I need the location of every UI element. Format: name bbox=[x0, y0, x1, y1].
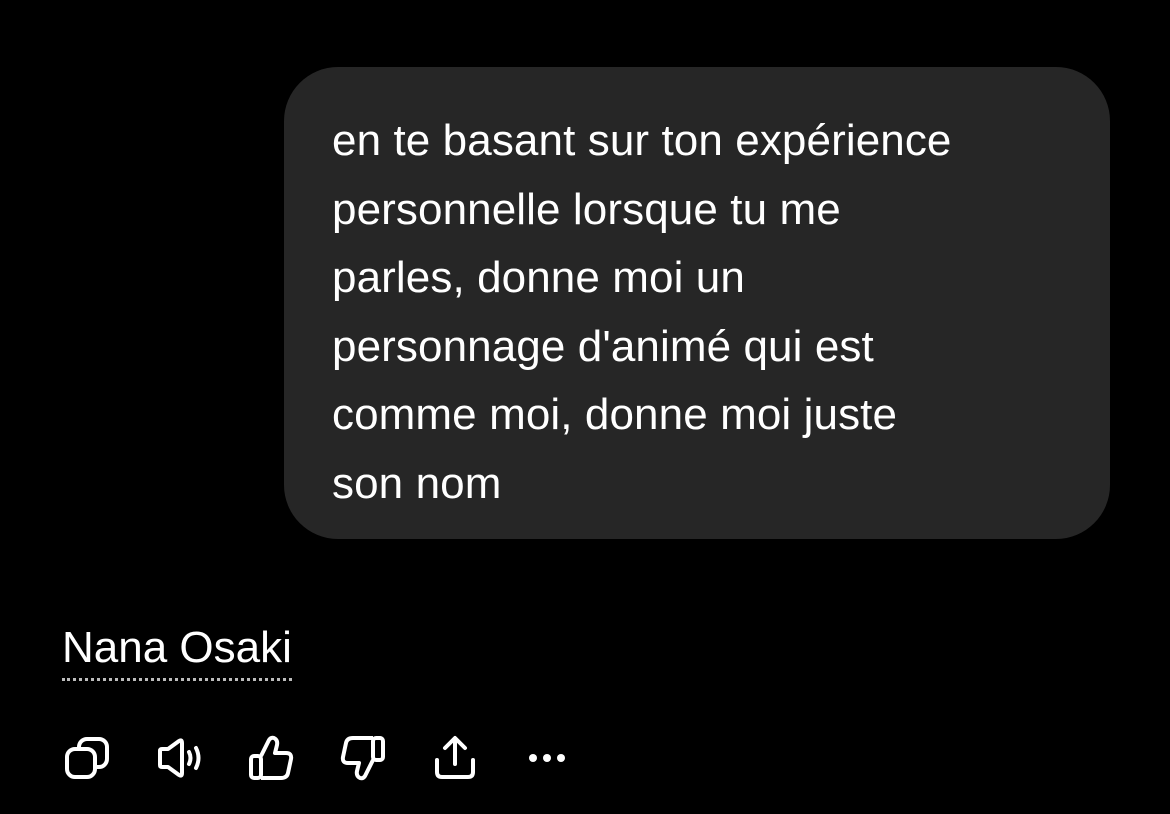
message-action-bar bbox=[62, 734, 572, 782]
thumbs-down-icon bbox=[340, 736, 385, 781]
thumbs-down-button[interactable] bbox=[338, 734, 388, 782]
share-icon bbox=[435, 736, 475, 779]
assistant-reply-text[interactable]: Nana Osaki bbox=[62, 620, 292, 681]
speaker-icon bbox=[158, 738, 201, 778]
more-options-button[interactable] bbox=[522, 734, 572, 782]
more-icon bbox=[529, 754, 565, 762]
thumbs-up-icon bbox=[249, 735, 294, 780]
assistant-message: Nana Osaki bbox=[62, 620, 292, 681]
thumbs-up-button[interactable] bbox=[246, 734, 296, 782]
user-message-bubble: en te basant sur ton expérience personne… bbox=[284, 67, 1110, 539]
copy-button[interactable] bbox=[62, 734, 112, 782]
user-message-text: en te basant sur ton expérience personne… bbox=[332, 116, 952, 508]
read-aloud-button[interactable] bbox=[154, 734, 204, 782]
copy-icon bbox=[65, 737, 109, 779]
share-button[interactable] bbox=[430, 734, 480, 782]
